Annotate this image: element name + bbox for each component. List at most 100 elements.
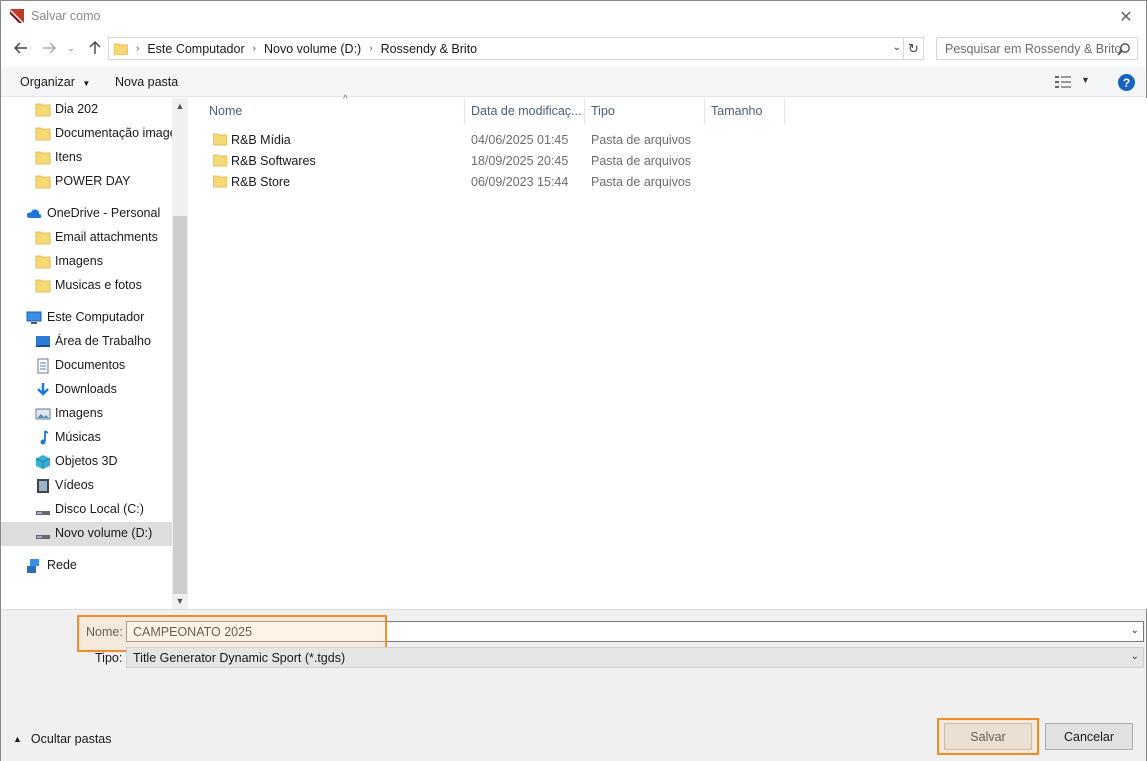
- file-type: Pasta de arquivos: [591, 154, 692, 168]
- sidebar-item[interactable]: POWER DAY: [1, 170, 172, 194]
- folder-icon: [35, 279, 51, 293]
- help-icon[interactable]: ?: [1118, 74, 1135, 91]
- sidebar-item[interactable]: Objetos 3D: [1, 450, 172, 474]
- sidebar-item[interactable]: Musicas e fotos: [1, 274, 172, 298]
- music-icon: [40, 430, 49, 445]
- sidebar-item-label: Músicas: [55, 430, 101, 444]
- sidebar-item[interactable]: Imagens: [1, 402, 172, 426]
- column-header-date[interactable]: Data de modificaç...: [465, 98, 585, 124]
- title-bar: Salvar como ✕: [1, 1, 1146, 32]
- sidebar-item[interactable]: OneDrive - Personal: [1, 202, 172, 226]
- caret-up-icon: ▲: [13, 734, 22, 744]
- sidebar-item[interactable]: Músicas: [1, 426, 172, 450]
- refresh-button[interactable]: ↻: [903, 38, 923, 59]
- chevron-down-icon: ⌄: [67, 42, 75, 53]
- refresh-icon: ↻: [908, 40, 919, 56]
- organize-label: Organizar: [20, 75, 75, 89]
- up-button[interactable]: [85, 38, 105, 58]
- close-button[interactable]: ✕: [1106, 1, 1146, 32]
- chevron-right-icon: ›: [136, 43, 140, 54]
- caret-down-icon[interactable]: ▼: [1081, 75, 1090, 85]
- file-row[interactable]: R&B Softwares 18/09/2025 20:45 Pasta de …: [189, 150, 789, 171]
- sidebar-item[interactable]: Documentos: [1, 354, 172, 378]
- address-dropdown-icon[interactable]: ⌄: [893, 42, 901, 53]
- column-header-type[interactable]: Tipo: [585, 98, 705, 124]
- sort-arrow-icon: ^: [343, 94, 348, 105]
- sidebar-item[interactable]: Imagens: [1, 250, 172, 274]
- file-type: Pasta de arquivos: [591, 133, 692, 147]
- sidebar-item[interactable]: Rede: [1, 554, 172, 578]
- sidebar-item[interactable]: Este Computador: [1, 306, 172, 330]
- folder-icon: [35, 151, 51, 165]
- recent-locations-button[interactable]: ⌄: [64, 38, 78, 58]
- scroll-down-icon[interactable]: ▼: [172, 593, 188, 609]
- type-label: Tipo:: [95, 651, 123, 665]
- file-name: R&B Mídia: [231, 133, 291, 147]
- sidebar-item-label: Área de Trabalho: [55, 334, 151, 348]
- arrow-right-icon: [43, 42, 56, 54]
- chevron-down-icon[interactable]: ⌄: [1131, 625, 1139, 636]
- file-name: R&B Store: [231, 175, 291, 189]
- column-header-label: Nome: [209, 104, 243, 118]
- column-header-label: Data de modificaç...: [471, 104, 582, 118]
- sidebar-item[interactable]: Novo volume (D:): [1, 522, 172, 546]
- scroll-up-icon[interactable]: ▲: [172, 98, 188, 114]
- organize-button[interactable]: Organizar ▼: [20, 75, 90, 89]
- column-header-size[interactable]: Tamanho: [705, 98, 785, 124]
- save-form: Nome: CAMPEONATO 2025 ⌄ Tipo: Title Gene…: [1, 609, 1146, 761]
- file-type-value: Title Generator Dynamic Sport (*.tgds): [133, 650, 346, 665]
- navigation-bar: ⌄ › Este Computador › Novo volume (D:) ›…: [1, 35, 1146, 63]
- sidebar-item-label: Disco Local (C:): [55, 502, 144, 516]
- desktop-icon: [36, 336, 50, 347]
- file-date: 18/09/2025 20:45: [471, 154, 569, 168]
- forward-button[interactable]: [39, 38, 59, 58]
- sidebar-item-label: Vídeos: [55, 478, 94, 492]
- sidebar-item-label: Novo volume (D:): [55, 526, 153, 540]
- sidebar-item[interactable]: Itens: [1, 146, 172, 170]
- hide-folders-label: Ocultar pastas: [30, 732, 112, 746]
- video-icon: [37, 479, 49, 493]
- new-folder-button[interactable]: Nova pasta: [115, 75, 178, 89]
- search-input[interactable]: Pesquisar em Rossendy & Brito: [936, 37, 1138, 60]
- sidebar-item[interactable]: Email attachments: [1, 226, 172, 250]
- chevron-right-icon: ›: [252, 43, 256, 54]
- sidebar-item-label: Downloads: [55, 382, 117, 396]
- sidebar-item[interactable]: Documentação image: [1, 122, 172, 146]
- sidebar-scrollbar[interactable]: ▲ ▼: [172, 98, 188, 609]
- sidebar-item-label: Imagens: [55, 254, 103, 268]
- view-options-icon[interactable]: [1055, 76, 1071, 88]
- hide-folders-button[interactable]: ▲ Ocultar pastas: [13, 732, 112, 746]
- sidebar-item-label: Itens: [55, 150, 83, 164]
- sidebar-item-label: Rede: [47, 558, 77, 572]
- sidebar-item-label: Dia 202: [55, 102, 99, 116]
- file-name-input[interactable]: CAMPEONATO 2025 ⌄: [126, 621, 1144, 642]
- sidebar-item[interactable]: Dia 202: [1, 98, 172, 122]
- column-header-name[interactable]: Nome ^: [203, 94, 465, 124]
- sidebar-item[interactable]: Disco Local (C:): [1, 498, 172, 522]
- app-icon: [10, 9, 24, 23]
- file-row[interactable]: R&B Store 06/09/2023 15:44 Pasta de arqu…: [189, 171, 789, 192]
- cancel-button[interactable]: Cancelar: [1045, 723, 1133, 750]
- breadcrumb-item[interactable]: Rossendy & Brito: [381, 42, 478, 56]
- toolbar: Organizar ▼ Nova pasta ▼: [1, 67, 1146, 97]
- address-bar[interactable]: › Este Computador › Novo volume (D:) › R…: [108, 37, 924, 60]
- sidebar-item[interactable]: Área de Trabalho: [1, 330, 172, 354]
- save-button[interactable]: Salvar: [944, 723, 1032, 750]
- pictures-icon: [35, 408, 51, 420]
- back-button[interactable]: [11, 38, 31, 58]
- chevron-right-icon: ›: [369, 43, 373, 54]
- navigation-pane: Dia 202 Documentação image Itens POWER DAY O…: [1, 98, 188, 609]
- folder-icon: [35, 103, 51, 117]
- computer-icon: [26, 311, 42, 324]
- file-list: Nome ^ Data de modificaç... Tipo Tamanho…: [189, 94, 1147, 609]
- breadcrumb-item[interactable]: Novo volume (D:): [264, 42, 361, 56]
- sidebar-item[interactable]: Downloads: [1, 378, 172, 402]
- scroll-thumb[interactable]: [173, 216, 187, 594]
- file-type-select[interactable]: Title Generator Dynamic Sport (*.tgds) ⌄: [126, 647, 1144, 668]
- sidebar-item-label: POWER DAY: [55, 174, 131, 188]
- sidebar-item-label: Documentos: [55, 358, 126, 372]
- file-row[interactable]: R&B Mídia 04/06/2025 01:45 Pasta de arqu…: [189, 129, 789, 150]
- sidebar-item[interactable]: Vídeos: [1, 474, 172, 498]
- breadcrumb-item[interactable]: Este Computador: [147, 42, 244, 56]
- chevron-down-icon[interactable]: ⌄: [1131, 651, 1139, 662]
